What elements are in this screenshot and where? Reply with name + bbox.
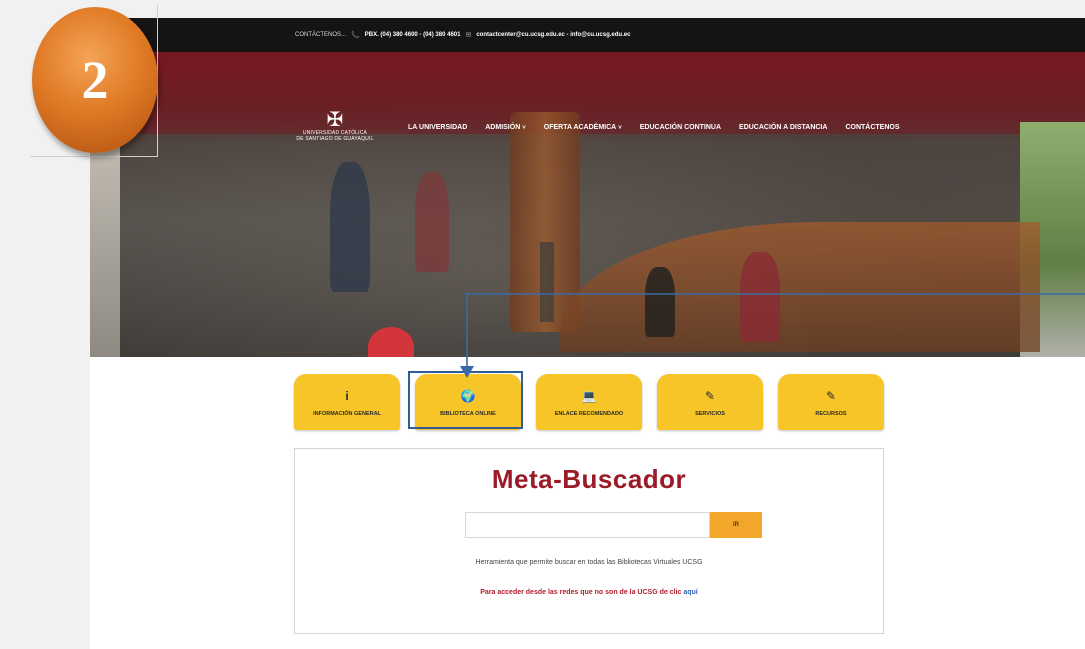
search-input[interactable] bbox=[465, 512, 710, 538]
cross-emblem-icon: ✠ bbox=[326, 109, 344, 131]
step-badge: 2 bbox=[30, 5, 158, 157]
tab-enlace-recomendado[interactable]: 💻 ENLACE RECOMENDADO bbox=[536, 374, 642, 430]
search-button[interactable]: IR bbox=[710, 512, 762, 538]
contact-label: CONTÁCTENOS... bbox=[295, 32, 347, 38]
search-description: Herramienta que permite buscar en todas … bbox=[475, 559, 703, 566]
site-logo[interactable]: ✠ UNIVERSIDAD CATÓLICA DE SANTIAGO DE GU… bbox=[290, 110, 380, 142]
nav-item-oferta-academica[interactable]: OFERTA ACADÉMICA ˅ bbox=[544, 124, 622, 131]
hero-person bbox=[330, 162, 370, 292]
contact-emails[interactable]: contactcenter@cu.ucsg.edu.ec - info@cu.u… bbox=[476, 32, 630, 38]
nav-item-educacion-a-distancia[interactable]: EDUCACIÓN A DISTANCIA bbox=[739, 124, 827, 131]
main-nav: LA UNIVERSIDAD ADMISIÓN ˅ OFERTA ACADÉMIC… bbox=[408, 124, 918, 131]
step-badge-circle: 2 bbox=[32, 7, 158, 153]
tab-label: ENLACE RECOMENDADO bbox=[554, 411, 624, 417]
mail-icon: ✉ bbox=[465, 32, 472, 39]
section-tabs: i INFORMACIÓN GENERAL 🌍 BIBLIOTECA ONLIN… bbox=[294, 371, 899, 430]
edit-icon: ✎ bbox=[825, 389, 837, 403]
nav-overlay bbox=[90, 52, 1085, 134]
external-access-link[interactable]: aquí bbox=[683, 589, 697, 596]
tab-label: RECURSOS bbox=[815, 411, 847, 417]
step-number: 2 bbox=[81, 50, 109, 110]
contact-bar: CONTÁCTENOS... 📞 PBX. (04) 380 4600 - (0… bbox=[90, 18, 1085, 52]
tab-label: INFORMACIÓN GENERAL bbox=[313, 411, 381, 417]
tab-servicios[interactable]: ✎ SERVICIOS bbox=[657, 374, 763, 430]
tab-label: SERVICIOS bbox=[695, 411, 725, 417]
hero-banner: ✠ UNIVERSIDAD CATÓLICA DE SANTIAGO DE GU… bbox=[90, 52, 1085, 357]
nav-item-contactenos[interactable]: CONTÁCTENOS bbox=[845, 124, 899, 131]
phone-number[interactable]: PBX. (04) 380 4600 - (04) 380 4601 bbox=[365, 32, 461, 38]
meta-search-title: Meta-Buscador bbox=[491, 464, 687, 494]
page: CONTÁCTENOS... 📞 PBX. (04) 380 4600 - (0… bbox=[90, 18, 1085, 649]
hero-person bbox=[645, 267, 675, 337]
laptop-icon: 💻 bbox=[581, 389, 597, 403]
nav-item-admision[interactable]: ADMISIÓN ˅ bbox=[485, 124, 526, 131]
meta-search-panel: Meta-Buscador IR Herramienta que permite… bbox=[294, 448, 884, 634]
chevron-down-icon: ˅ bbox=[618, 125, 622, 131]
tab-biblioteca-online[interactable]: 🌍 BIBLIOTECA ONLINE bbox=[408, 371, 523, 430]
hero-person bbox=[415, 172, 449, 272]
phone-icon: 📞 bbox=[351, 32, 360, 39]
tab-recursos[interactable]: ✎ RECURSOS bbox=[778, 374, 884, 430]
external-access-note: Para acceder desde las redes que no son … bbox=[480, 589, 698, 596]
hero-person bbox=[740, 252, 780, 342]
hero-chair bbox=[368, 327, 414, 357]
tab-label: BIBLIOTECA ONLINE bbox=[440, 411, 496, 417]
nav-item-educacion-continua[interactable]: EDUCACIÓN CONTINUA bbox=[640, 124, 721, 131]
hero-desk bbox=[560, 222, 1040, 352]
globe-icon: 🌍 bbox=[460, 389, 476, 403]
info-icon: i bbox=[345, 389, 349, 403]
hero-pillar bbox=[540, 242, 554, 322]
chevron-down-icon: ˅ bbox=[522, 125, 526, 131]
logo-line-2: DE SANTIAGO DE GUAYAQUIL bbox=[296, 136, 374, 142]
edit-icon: ✎ bbox=[704, 389, 716, 403]
tab-informacion-general[interactable]: i INFORMACIÓN GENERAL bbox=[294, 374, 400, 430]
nav-item-la-universidad[interactable]: LA UNIVERSIDAD bbox=[408, 124, 467, 131]
